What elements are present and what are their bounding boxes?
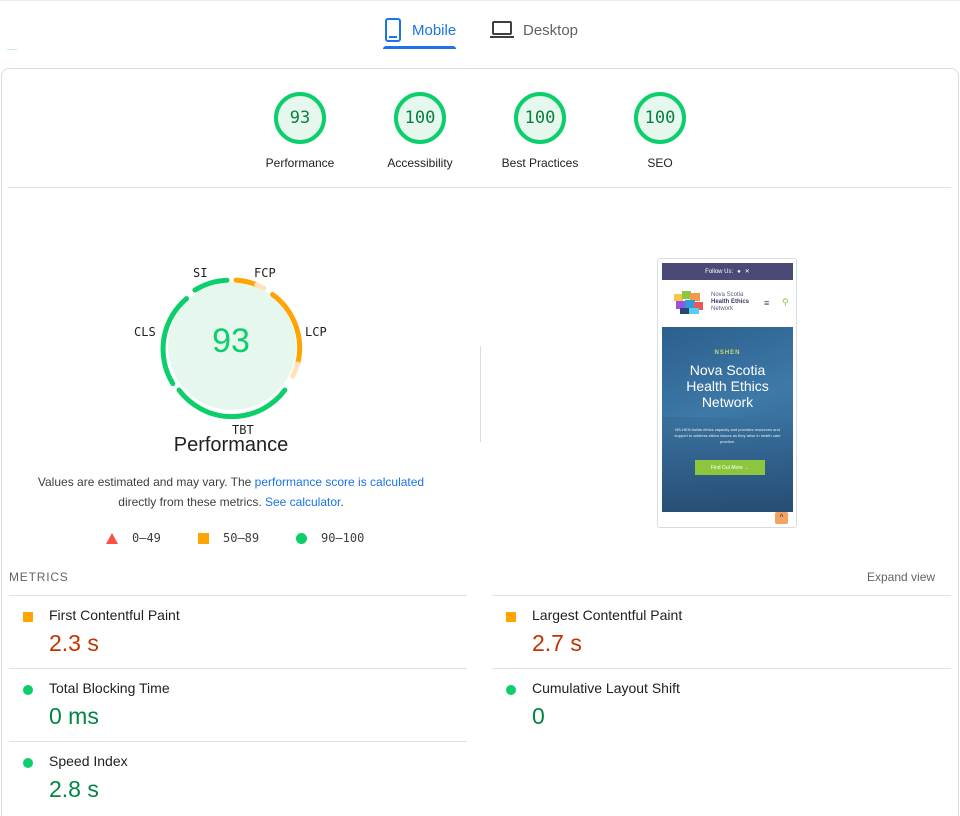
- hero-kicker: NSHEN: [714, 350, 741, 356]
- performance-title: Performance: [173, 434, 289, 456]
- circle-icon: [296, 532, 307, 544]
- hero-title-line: Network: [701, 394, 754, 410]
- legend-range: 50–89: [223, 531, 260, 545]
- hero-title-line: Health Ethics: [686, 378, 769, 394]
- brand-line: Network: [711, 306, 734, 312]
- legend-good: 90–100: [296, 531, 364, 545]
- facebook-icon: ●: [737, 268, 741, 275]
- vertical-divider: [480, 346, 481, 442]
- fcp-arc-rest: [254, 282, 267, 291]
- metric-name: Largest Contentful Paint: [532, 607, 683, 623]
- section-divider: [8, 187, 951, 188]
- find-out-more-button: Find Out More →: [695, 460, 765, 475]
- metric-value: 2.7 s: [532, 630, 582, 656]
- chevron-up-icon: ^: [775, 512, 788, 524]
- see-calculator-link[interactable]: See calculator: [265, 495, 340, 509]
- disclaimer-text: directly from these metrics.: [118, 495, 265, 509]
- gauge-seo[interactable]: 100 SEO: [600, 90, 720, 170]
- metric-value: 0: [532, 703, 545, 729]
- gauge-best-practices[interactable]: 100 Best Practices: [480, 90, 600, 170]
- legend-average: 50–89: [198, 531, 259, 545]
- metric-largest-contentful-paint: Largest Contentful Paint 2.7 s: [492, 596, 932, 668]
- metric-speed-index: Speed Index 2.8 s: [9, 742, 449, 814]
- square-icon: [198, 532, 209, 544]
- screenshot-topbar: Follow Us: ● ✕: [662, 263, 793, 280]
- nshen-logo-icon: [674, 291, 703, 314]
- score-disclaimer: Values are estimated and may vary. The p…: [20, 472, 442, 512]
- metrics-heading: METRICS: [9, 570, 69, 584]
- tab-desktop-label: Desktop: [523, 21, 579, 39]
- legend-poor: 0–49: [106, 531, 161, 545]
- gauge-label: Performance: [265, 156, 335, 170]
- disclaimer-text: Values are estimated and may vary. The: [37, 475, 255, 489]
- screenshot-nav: Nova Scotia Health Ethics Network ≡ ⚲: [662, 281, 793, 327]
- brand-line: Health Ethics: [711, 299, 750, 305]
- lcp-arc-rest: [290, 361, 301, 379]
- performance-score-link[interactable]: performance score is calculated: [255, 475, 424, 489]
- metric-name: Cumulative Layout Shift: [532, 680, 680, 696]
- gauge-score: 93: [274, 92, 326, 144]
- screenshot-hero: NSHEN Nova Scotia Health Ethics Network …: [662, 327, 793, 512]
- metric-value: 0 ms: [49, 703, 99, 729]
- brand-line: Nova Scotia: [711, 292, 744, 298]
- follow-us-text: Follow Us:: [705, 268, 734, 275]
- good-circle-icon: [23, 685, 33, 695]
- gauge-score: 100: [394, 92, 446, 144]
- metric-name: Speed Index: [49, 753, 128, 769]
- gauge-accessibility[interactable]: 100 Accessibility: [360, 90, 480, 170]
- metric-cumulative-layout-shift: Cumulative Layout Shift 0: [492, 669, 932, 741]
- mobile-phone-icon: [385, 18, 401, 42]
- good-circle-icon: [506, 685, 516, 695]
- hamburger-icon: ≡: [764, 298, 770, 308]
- metric-value: 2.8 s: [49, 776, 99, 802]
- average-square-icon: [506, 612, 516, 622]
- active-tab-indicator: [383, 46, 456, 49]
- gauge-label-fcp: FCP: [254, 266, 276, 280]
- category-gauges: 93 Performance 100 Accessibility 100 Bes…: [0, 90, 960, 180]
- gauge-label: Best Practices: [501, 156, 579, 170]
- tab-desktop[interactable]: Desktop: [490, 10, 578, 50]
- metric-value: 2.3 s: [49, 630, 99, 656]
- hero-title-line: Nova Scotia: [689, 362, 766, 378]
- performance-score: 93: [212, 322, 250, 360]
- gauge-label-si: SI: [193, 266, 208, 280]
- good-circle-icon: [23, 758, 33, 768]
- expand-view-button[interactable]: Expand view: [867, 570, 935, 584]
- disclaimer-text: .: [340, 495, 344, 509]
- x-icon: ✕: [744, 269, 750, 275]
- tab-mobile-label: Mobile: [412, 21, 457, 39]
- metric-total-blocking-time: Total Blocking Time 0 ms: [9, 669, 449, 741]
- gauge-score: 100: [514, 92, 566, 144]
- divider-mark: [7, 49, 17, 50]
- gauge-label-lcp: LCP: [305, 325, 327, 339]
- triangle-icon: [106, 532, 118, 544]
- gauge-score: 100: [634, 92, 686, 144]
- final-screenshot[interactable]: Follow Us: ● ✕ Nova Scotia Health Ethics…: [657, 258, 797, 528]
- screenshot-brand: Nova Scotia Health Ethics Network: [711, 292, 749, 313]
- tab-mobile[interactable]: Mobile: [383, 10, 456, 50]
- metric-name: First Contentful Paint: [49, 607, 180, 623]
- search-icon: ⚲: [782, 297, 789, 307]
- laptop-icon: [490, 21, 514, 38]
- metric-name: Total Blocking Time: [49, 680, 170, 696]
- hero-body: NS-HEN builds ethics capacity and provid…: [674, 427, 781, 444]
- hero-title: Nova Scotia Health Ethics Network: [662, 362, 793, 410]
- metric-first-contentful-paint: First Contentful Paint 2.3 s: [9, 596, 449, 668]
- legend-range: 90–100: [321, 531, 365, 545]
- device-tabs: Mobile Desktop: [0, 0, 960, 56]
- gauge-label: Accessibility: [387, 156, 453, 170]
- gauge-label: SEO: [647, 156, 673, 170]
- legend-range: 0–49: [132, 531, 161, 545]
- gauge-performance[interactable]: 93 Performance: [240, 90, 360, 170]
- gauge-label-cls: CLS: [134, 325, 156, 339]
- average-square-icon: [23, 612, 33, 622]
